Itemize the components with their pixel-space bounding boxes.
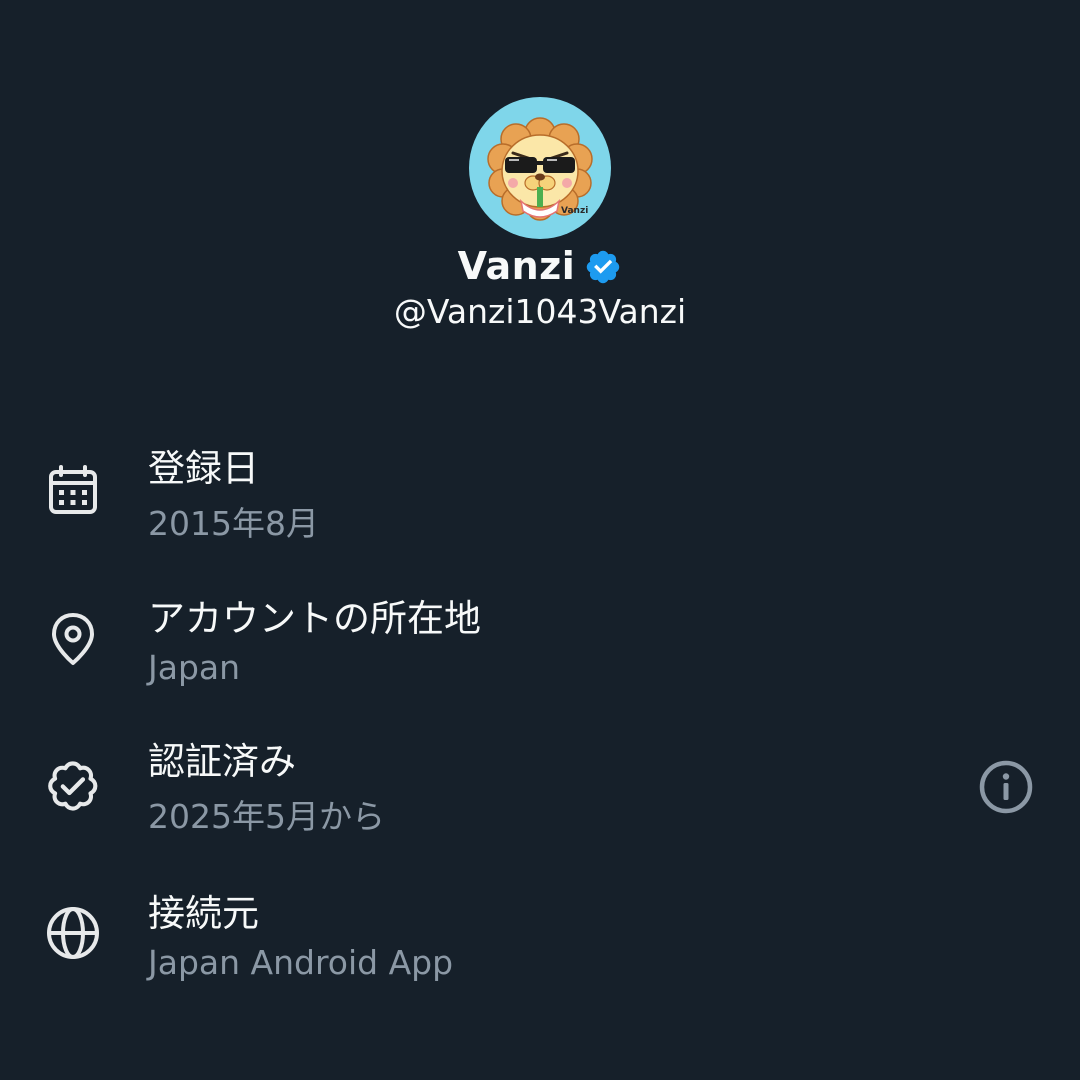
avatar-illustration: Vanzi bbox=[487, 117, 593, 221]
avatar-signature: Vanzi bbox=[561, 206, 588, 216]
detail-row-location: アカウントの所在地 Japan bbox=[0, 590, 1080, 730]
detail-title-verified: 認証済み bbox=[148, 740, 296, 783]
info-icon[interactable] bbox=[976, 757, 1036, 817]
detail-row-verified: 認証済み 2025年5月から bbox=[0, 735, 1080, 875]
globe-icon bbox=[47, 907, 99, 959]
profile-header: Vanzi Vanzi @Vanzi1043Vanzi bbox=[0, 0, 1080, 360]
calendar-icon bbox=[49, 465, 97, 514]
verified-badge-icon[interactable] bbox=[584, 248, 622, 286]
detail-row-joined: 登録日 2015年8月 bbox=[0, 440, 1080, 580]
display-name: Vanzi bbox=[457, 244, 576, 288]
detail-title-location: アカウントの所在地 bbox=[148, 597, 481, 640]
detail-row-connected-via: 接続元 Japan Android App bbox=[0, 885, 1080, 1025]
detail-title-joined: 登録日 bbox=[148, 447, 259, 490]
detail-value-joined: 2015年8月 bbox=[148, 504, 319, 543]
profile-handle: @Vanzi1043Vanzi bbox=[393, 292, 687, 331]
name-row: Vanzi bbox=[0, 238, 1080, 294]
verified-check-icon bbox=[48, 761, 98, 811]
location-pin-icon bbox=[52, 613, 94, 665]
detail-title-connected-via: 接続元 bbox=[148, 892, 259, 935]
detail-value-connected-via: Japan Android App bbox=[148, 943, 454, 982]
detail-value-verified: 2025年5月から bbox=[148, 797, 385, 836]
avatar[interactable]: Vanzi bbox=[469, 97, 611, 239]
detail-value-location: Japan bbox=[148, 648, 241, 687]
